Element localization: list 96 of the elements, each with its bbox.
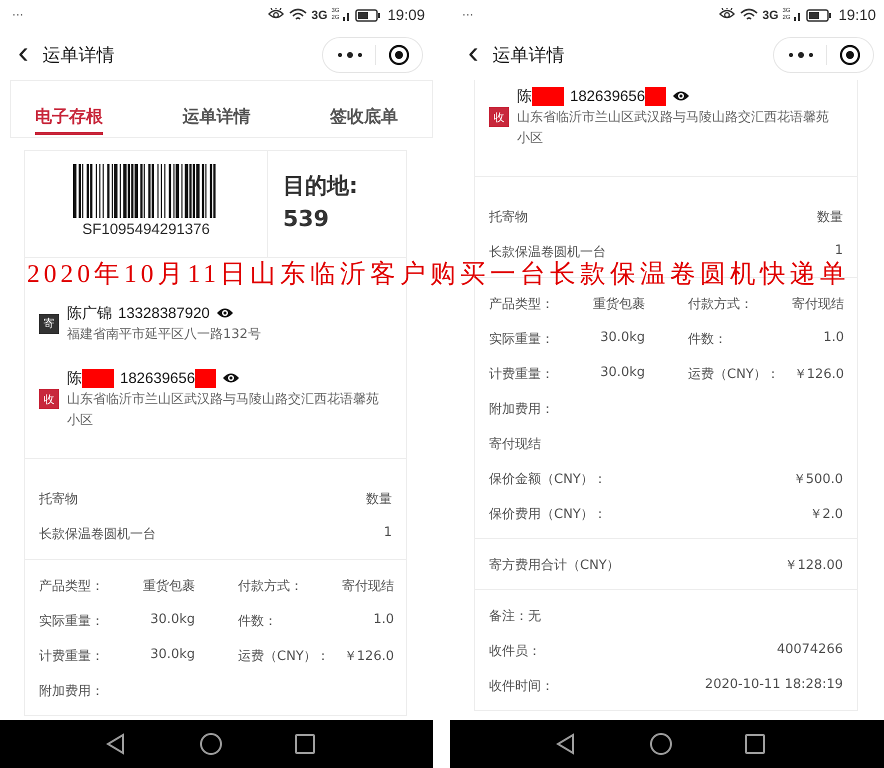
contact-phone: 13328387920 xyxy=(118,304,210,322)
tab[interactable]: 运单详情 xyxy=(182,95,250,135)
redaction-mark xyxy=(532,86,564,106)
field-value: 数量 xyxy=(366,490,392,508)
field-label: 运费（CNY）： xyxy=(238,648,330,664)
field-value: 30.0kg xyxy=(150,646,195,664)
recents-icon[interactable] xyxy=(745,734,765,754)
field-value: 重货包裹 xyxy=(143,578,195,594)
contact-name: 陈广锦 xyxy=(67,304,112,322)
field-label: 寄方费用合计（CNY） xyxy=(489,556,620,574)
redaction-mark xyxy=(82,368,114,388)
more-icon[interactable] xyxy=(788,51,814,59)
field-value: 30.0kg xyxy=(600,330,645,346)
field-label: 产品类型： xyxy=(39,578,104,594)
field-value: ￥500.0 xyxy=(792,470,843,488)
destination-code: 539 xyxy=(283,207,330,232)
field-value: 重货包裹 xyxy=(593,296,645,312)
caption: 2020年10月11日山东临沂客户购买一台长款保温卷圆机快递单 xyxy=(27,258,850,290)
field-label: 计费重量： xyxy=(39,648,104,664)
field-label: 长款保温卷圆机一台 xyxy=(39,526,156,542)
contact-address: 山东省临沂市兰山区武汉路与马陵山路交汇西花语馨苑小区 xyxy=(67,391,380,430)
field-value: ￥126.0 xyxy=(794,366,844,382)
close-icon[interactable] xyxy=(839,44,861,66)
field-label: 托寄物 xyxy=(489,208,528,226)
field-value: 1.0 xyxy=(373,612,394,628)
field-value: 1.0 xyxy=(823,330,844,346)
field-label: 计费重量： xyxy=(489,366,554,382)
redaction-mark xyxy=(645,86,666,106)
receiver-badge: 收 xyxy=(39,389,59,409)
contact-address: 山东省临沂市兰山区武汉路与马陵山路交汇西花语馨苑小区 xyxy=(517,109,830,148)
redaction-mark xyxy=(195,368,216,388)
field-value: 寄付现结 xyxy=(342,578,394,594)
receiver-badge: 收 xyxy=(489,107,509,127)
status-dots: ··· xyxy=(462,8,474,22)
field-label: 备注：无 xyxy=(489,608,541,624)
status-time: 19:10 xyxy=(838,6,876,24)
back-button[interactable]: ‹ xyxy=(12,36,35,74)
destination-label: 目的地: xyxy=(283,173,359,201)
field-label: 寄付现结 xyxy=(489,436,541,452)
wifi-icon xyxy=(289,8,308,22)
home-icon[interactable] xyxy=(649,732,673,756)
field-label: 实际重量： xyxy=(489,330,554,348)
back-icon[interactable] xyxy=(104,733,126,755)
status-time: 19:09 xyxy=(387,6,425,24)
field-value: 30.0kg xyxy=(600,364,645,382)
field-label: 实际重量： xyxy=(39,612,104,630)
close-icon[interactable] xyxy=(388,44,410,66)
status-dots: ··· xyxy=(12,8,24,22)
wifi-icon xyxy=(740,8,758,22)
eye-icon[interactable] xyxy=(672,90,690,102)
page-title: 运单详情 xyxy=(42,44,116,67)
field-label: 件数： xyxy=(238,612,277,630)
back-icon[interactable] xyxy=(555,733,577,755)
field-label: 产品类型： xyxy=(489,296,554,312)
back-button[interactable]: ‹ xyxy=(462,36,485,74)
tab[interactable]: 电子存根 xyxy=(35,95,103,135)
field-label: 运费（CNY）： xyxy=(688,366,780,382)
field-value: 1 xyxy=(384,524,392,542)
eye-icon[interactable] xyxy=(216,307,234,319)
contact-name: 陈 xyxy=(517,86,532,106)
field-label: 付款方式： xyxy=(238,578,303,594)
field-label: 长款保温卷圆机一台 xyxy=(489,244,606,260)
field-value: 40074266 xyxy=(776,642,843,658)
more-icon[interactable] xyxy=(337,51,363,59)
field-label: 收件时间： xyxy=(489,678,554,694)
recents-icon[interactable] xyxy=(294,734,314,754)
battery-icon xyxy=(355,8,382,22)
waybill-number: SF1095494291376 xyxy=(82,221,210,238)
contact-name: 陈 xyxy=(67,368,82,388)
field-label: 托寄物 xyxy=(39,490,78,508)
network-label: 3G xyxy=(311,8,328,22)
contact-phone: 182639656 xyxy=(570,88,646,104)
field-label: 保价金额（CNY）： xyxy=(489,470,607,488)
sender-badge: 寄 xyxy=(39,314,59,334)
field-label: 附加费用： xyxy=(39,682,104,700)
home-icon[interactable] xyxy=(198,732,222,756)
eye-icon[interactable] xyxy=(222,372,240,384)
contact-address: 福建省南平市延平区八一路132号 xyxy=(67,326,261,344)
field-label: 保价费用（CNY）： xyxy=(489,506,607,522)
field-label: 收件员： xyxy=(489,642,541,660)
page-title: 运单详情 xyxy=(492,44,566,67)
field-value: 2020-10-11 18:28:19 xyxy=(704,676,843,694)
network-label: 3G xyxy=(762,8,778,22)
field-value: 1 xyxy=(834,242,843,260)
field-label: 付款方式： xyxy=(688,296,753,312)
battery-icon xyxy=(806,8,832,22)
field-value: 数量 xyxy=(817,208,843,226)
field-label: 附加费用： xyxy=(489,400,554,418)
contact-phone: 182639656 xyxy=(120,370,196,386)
field-value: 30.0kg xyxy=(150,612,195,628)
tab[interactable]: 签收底单 xyxy=(330,95,398,135)
field-label: 件数： xyxy=(688,330,727,348)
field-value: ￥2.0 xyxy=(809,506,843,522)
field-value: ￥126.0 xyxy=(344,648,394,664)
field-value: 寄付现结 xyxy=(792,296,844,312)
field-value: ￥128.00 xyxy=(784,556,843,574)
